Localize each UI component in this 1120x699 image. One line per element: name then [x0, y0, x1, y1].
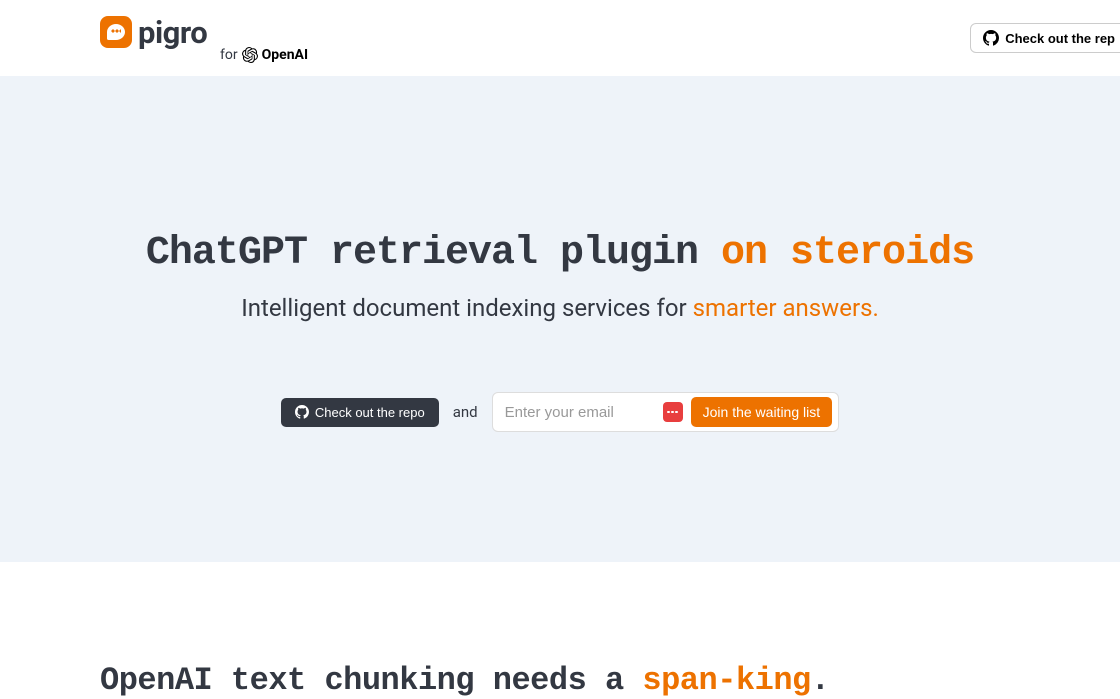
section-2-title: OpenAI text chunking needs a span-king. — [100, 662, 1020, 699]
logo-text: pigro — [138, 14, 207, 51]
header-repo-button-label: Check out the rep — [1005, 31, 1115, 46]
github-icon — [983, 30, 999, 46]
logo-for-text: for — [220, 47, 238, 63]
hero-repo-button[interactable]: Check out the repo — [281, 398, 439, 427]
cta-row: Check out the repo and Join the waiting … — [0, 392, 1120, 432]
pigro-icon — [100, 16, 132, 48]
email-form: Join the waiting list — [492, 392, 840, 432]
section-2-title-part1: OpenAI text chunking needs a — [100, 662, 642, 699]
hero-subtitle-part1: Intelligent document indexing services f… — [241, 294, 692, 322]
header-repo-button[interactable]: Check out the rep — [970, 23, 1120, 53]
chat-icon — [663, 402, 683, 422]
openai-text: OpenAI — [262, 47, 308, 63]
hero-title-accent: on steroids — [721, 231, 974, 276]
hero-subtitle: Intelligent document indexing services f… — [0, 294, 1120, 322]
hero-title-part1: ChatGPT retrieval plugin — [146, 231, 721, 276]
logo-main: pigro — [100, 14, 207, 51]
hero-subtitle-accent: smarter answers. — [693, 294, 879, 322]
join-waitlist-button[interactable]: Join the waiting list — [691, 397, 833, 427]
hero-repo-button-label: Check out the repo — [315, 405, 425, 420]
section-2-title-part2: . — [811, 662, 830, 699]
header: pigro for OpenAI Check out the rep — [0, 0, 1120, 76]
hero-title: ChatGPT retrieval plugin on steroids — [0, 231, 1120, 276]
and-text: and — [453, 403, 478, 421]
openai-icon — [242, 47, 258, 63]
email-input[interactable] — [505, 404, 655, 421]
section-chunking: OpenAI text chunking needs a span-king. — [0, 562, 1120, 699]
logo-subtitle: for OpenAI — [220, 47, 308, 63]
hero-section: ChatGPT retrieval plugin on steroids Int… — [0, 76, 1120, 562]
section-2-title-accent: span-king — [642, 662, 810, 699]
github-icon — [295, 405, 309, 419]
logo[interactable]: pigro for OpenAI — [100, 14, 308, 63]
